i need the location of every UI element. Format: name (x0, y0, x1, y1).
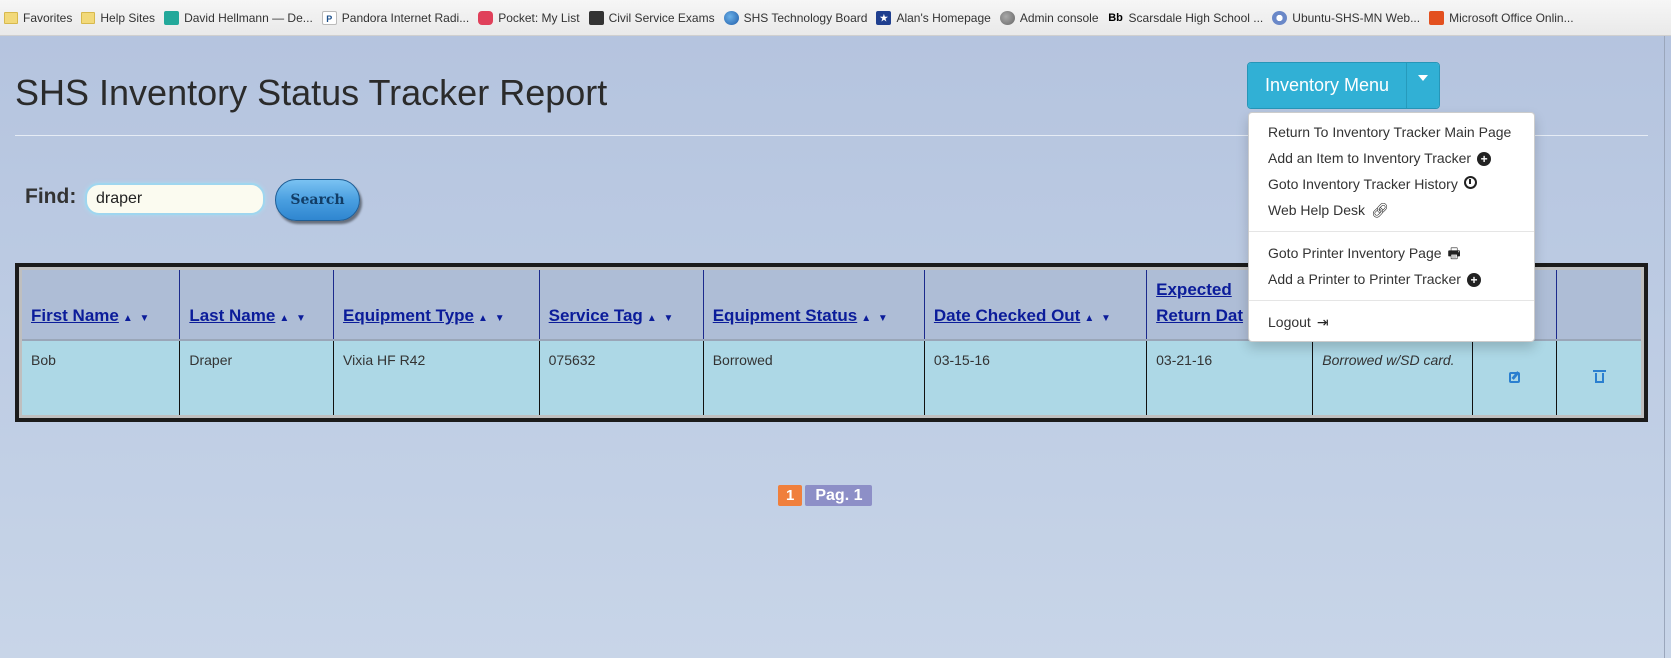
find-input[interactable] (85, 183, 265, 215)
favorite-david-hellmann[interactable]: David Hellmann — De... (164, 10, 313, 25)
favorite-favorites[interactable]: Favorites (4, 11, 72, 25)
cell-date-checked-out: 03-15-16 (924, 339, 1148, 415)
favorite-civil-service[interactable]: Civil Service Exams (588, 10, 715, 25)
vertical-scrollbar[interactable] (1664, 36, 1671, 658)
pocket-icon (478, 10, 494, 25)
inventory-menu-button[interactable]: Inventory Menu (1248, 63, 1406, 108)
inventory-menu-dropdown: Return To Inventory Tracker Main Page Ad… (1248, 112, 1535, 342)
cell-last-name: Draper (179, 339, 335, 415)
sort-first-name-link[interactable]: First Name (31, 306, 119, 325)
logout-icon: ⇥ (1316, 314, 1329, 330)
inventory-menu-toggle[interactable] (1406, 63, 1439, 108)
favorite-pandora[interactable]: P Pandora Internet Radi... (321, 10, 469, 25)
office-icon (1429, 10, 1445, 25)
cell-expected-return: 03-21-16 (1146, 339, 1314, 415)
caret-down-icon (1418, 75, 1428, 81)
pandora-icon: P (321, 10, 337, 25)
find-label: Find: (25, 185, 77, 208)
menu-item-printer-inventory[interactable]: Goto Printer Inventory Page 🖶︎ (1249, 240, 1534, 266)
site-icon: ★ (876, 10, 892, 25)
menu-divider (1249, 231, 1534, 232)
column-last-name: Last Name ▲ ▼ (179, 270, 335, 340)
cell-equipment-type: Vixia HF R42 (333, 339, 540, 415)
page-label: Pag. 1 (805, 485, 873, 506)
sort-equipment-type-link[interactable]: Equipment Type (343, 306, 474, 325)
page-title: SHS Inventory Status Tracker Report (15, 72, 608, 113)
favorite-pocket[interactable]: Pocket: My List (478, 10, 580, 25)
column-date-checked-out: Date Checked Out ▲ ▼ (924, 270, 1148, 340)
table-row: Bob Draper Vixia HF R42 075632 Borrowed … (22, 339, 1641, 415)
favorite-help-sites[interactable]: Help Sites (81, 11, 155, 25)
favorites-bar: Favorites Help Sites David Hellmann — De… (0, 0, 1671, 36)
menu-item-return-main[interactable]: Return To Inventory Tracker Main Page (1249, 119, 1534, 145)
cell-service-tag: 075632 (539, 339, 704, 415)
column-delete (1556, 270, 1641, 340)
plus-circle-icon: + (1477, 152, 1492, 166)
favorite-admin-console[interactable]: Admin console (999, 10, 1099, 25)
column-first-name: First Name ▲ ▼ (22, 270, 181, 340)
search-button[interactable]: Search (275, 179, 360, 221)
column-equipment-status: Equipment Status ▲ ▼ (703, 270, 925, 340)
plus-circle-icon: + (1466, 273, 1481, 287)
sort-arrows-icon[interactable]: ▲ ▼ (123, 313, 152, 324)
sort-expected-return-link[interactable]: Expected Return Dat (1156, 280, 1243, 325)
column-service-tag: Service Tag ▲ ▼ (539, 270, 704, 340)
link-icon: 🔗︎ (1371, 202, 1389, 218)
folder-icon (4, 11, 18, 24)
sort-arrows-icon[interactable]: ▲ ▼ (279, 313, 308, 324)
page-number-button[interactable]: 1 (778, 485, 803, 506)
globe-icon (999, 10, 1015, 25)
cell-edit (1472, 339, 1558, 415)
site-icon (164, 10, 180, 25)
menu-item-logout[interactable]: Logout ⇥ (1249, 309, 1534, 335)
sort-equipment-status-link[interactable]: Equipment Status (713, 306, 858, 325)
edit-icon[interactable] (1509, 372, 1521, 383)
pagination: 1 Pag. 1 (778, 485, 873, 506)
inventory-menu-button-group: Inventory Menu (1247, 62, 1440, 109)
blackboard-icon: Bb (1108, 11, 1123, 24)
sort-date-checked-out-link[interactable]: Date Checked Out (934, 306, 1080, 325)
favorite-scarsdale-hs[interactable]: Bb Scarsdale High School ... (1108, 11, 1263, 25)
cell-notes: Borrowed w/SD card. (1312, 339, 1474, 415)
sort-arrows-icon[interactable]: ▲ ▼ (1084, 313, 1113, 324)
menu-divider (1249, 300, 1534, 301)
sort-arrows-icon[interactable]: ▲ ▼ (861, 313, 890, 324)
printer-icon: 🖶︎ (1447, 245, 1461, 261)
menu-item-history[interactable]: Goto Inventory Tracker History (1249, 171, 1534, 197)
favorite-shs-tech-board[interactable]: SHS Technology Board (723, 10, 867, 25)
sort-arrows-icon[interactable]: ▲ ▼ (478, 313, 507, 324)
menu-item-add-item[interactable]: Add an Item to Inventory Tracker + (1249, 145, 1534, 171)
globe-icon (723, 10, 739, 25)
folder-icon (81, 11, 96, 24)
favorite-ubuntu-shs[interactable]: Ubuntu-SHS-MN Web... (1272, 10, 1420, 25)
sort-last-name-link[interactable]: Last Name (189, 306, 275, 325)
cell-first-name: Bob (22, 339, 181, 415)
sort-service-tag-link[interactable]: Service Tag (549, 306, 643, 325)
menu-item-add-printer[interactable]: Add a Printer to Printer Tracker + (1249, 266, 1534, 292)
cell-equipment-status: Borrowed (703, 339, 925, 415)
site-icon (588, 10, 604, 25)
cell-delete (1556, 339, 1641, 415)
menu-item-web-help-desk[interactable]: Web Help Desk 🔗︎ (1249, 197, 1534, 223)
trash-icon[interactable] (1592, 370, 1606, 383)
favorite-office-online[interactable]: Microsoft Office Onlin... (1429, 10, 1574, 25)
column-equipment-type: Equipment Type ▲ ▼ (333, 270, 540, 340)
globe-icon (1272, 10, 1288, 25)
sort-arrows-icon[interactable]: ▲ ▼ (647, 313, 676, 324)
clock-icon (1463, 176, 1477, 189)
favorite-alans-homepage[interactable]: ★ Alan's Homepage (876, 10, 991, 25)
